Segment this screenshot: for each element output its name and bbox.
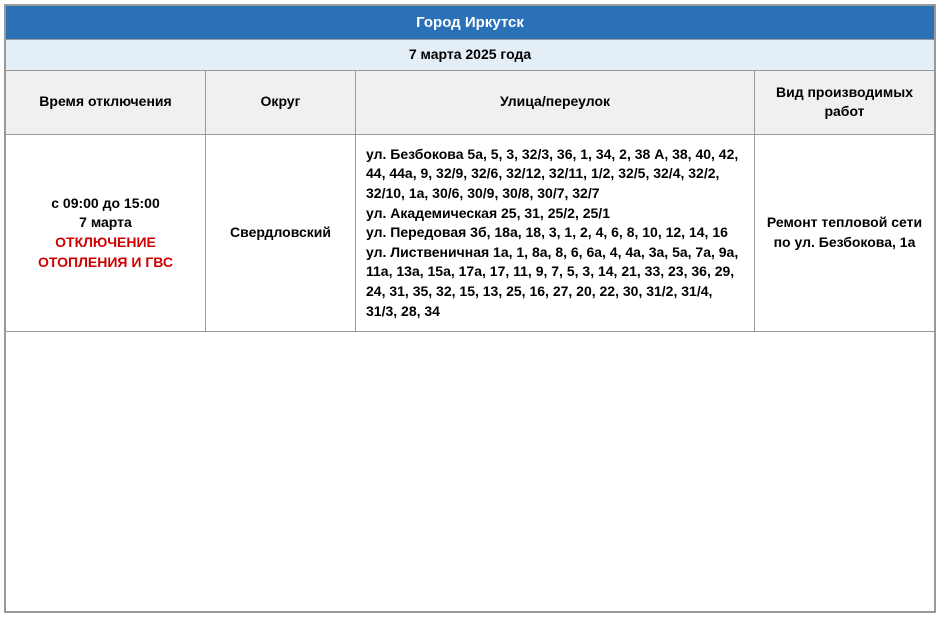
header-row: Время отключения Округ Улица/переулок Ви…: [6, 70, 935, 134]
time-day: 7 марта: [14, 213, 197, 233]
blank-row: [6, 332, 935, 612]
date-title: 7 марта 2025 года: [6, 40, 935, 71]
outage-table: Город Иркутск 7 марта 2025 года Время от…: [5, 5, 935, 612]
header-work: Вид производимых работ: [754, 70, 934, 134]
city-title: Город Иркутск: [6, 6, 935, 40]
title-row: Город Иркутск: [6, 6, 935, 40]
header-time: Время отключения: [6, 70, 206, 134]
street-line-3: ул. Передовая 3б, 18а, 18, 3, 1, 2, 4, 6…: [366, 223, 744, 243]
time-range: с 09:00 до 15:00: [14, 194, 197, 214]
outage-table-wrap: Город Иркутск 7 марта 2025 года Время от…: [4, 4, 936, 613]
blank-cell: [6, 332, 935, 612]
date-row: 7 марта 2025 года: [6, 40, 935, 71]
header-okrug: Округ: [206, 70, 356, 134]
cell-time: с 09:00 до 15:00 7 марта ОТКЛЮЧЕНИЕ ОТОП…: [6, 134, 206, 331]
street-line-1: ул. Безбокова 5а, 5, 3, 32/3, 36, 1, 34,…: [366, 145, 744, 204]
street-line-4: ул. Лиственичная 1а, 1, 8а, 8, 6, 6а, 4,…: [366, 243, 744, 321]
time-alert: ОТКЛЮЧЕНИЕ ОТОПЛЕНИЯ И ГВС: [14, 233, 197, 272]
street-line-2: ул. Академическая 25, 31, 25/2, 25/1: [366, 204, 744, 224]
cell-work: Ремонт тепловой сети по ул. Безбокова, 1…: [754, 134, 934, 331]
cell-street: ул. Безбокова 5а, 5, 3, 32/3, 36, 1, 34,…: [356, 134, 755, 331]
header-street: Улица/переулок: [356, 70, 755, 134]
cell-okrug: Свердловский: [206, 134, 356, 331]
table-row: с 09:00 до 15:00 7 марта ОТКЛЮЧЕНИЕ ОТОП…: [6, 134, 935, 331]
